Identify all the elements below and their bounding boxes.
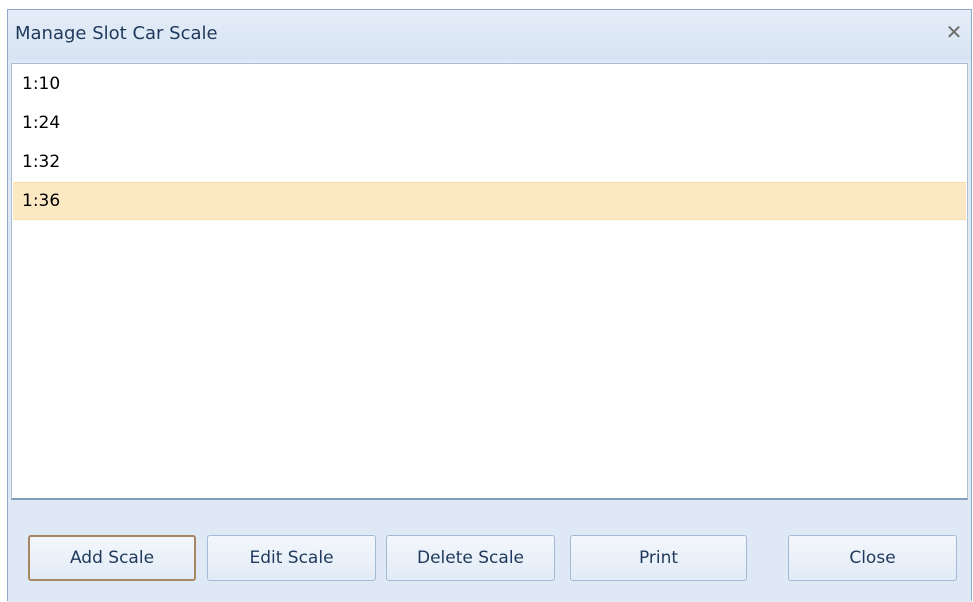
- close-button[interactable]: Close: [788, 535, 957, 581]
- edit-scale-button[interactable]: Edit Scale: [207, 535, 376, 581]
- print-button[interactable]: Print: [570, 535, 747, 581]
- scale-list[interactable]: 1:10 1:24 1:32 1:36: [11, 63, 968, 500]
- list-item-scale-1-32[interactable]: 1:32: [13, 143, 966, 181]
- button-bar: Add Scale Edit Scale Delete Scale Print …: [8, 502, 971, 602]
- close-icon[interactable]: ✕: [943, 20, 965, 44]
- manage-scale-dialog: Manage Slot Car Scale ✕ 1:10 1:24 1:32 1…: [7, 9, 972, 602]
- background-strip: [0, 0, 973, 9]
- list-item-scale-1-36[interactable]: 1:36: [13, 182, 966, 220]
- delete-scale-button[interactable]: Delete Scale: [386, 535, 555, 581]
- window-title: Manage Slot Car Scale: [15, 23, 218, 44]
- title-bar: Manage Slot Car Scale ✕: [8, 10, 971, 60]
- list-item-scale-1-10[interactable]: 1:10: [13, 65, 966, 103]
- list-item-scale-1-24[interactable]: 1:24: [13, 104, 966, 142]
- add-scale-button[interactable]: Add Scale: [28, 535, 196, 581]
